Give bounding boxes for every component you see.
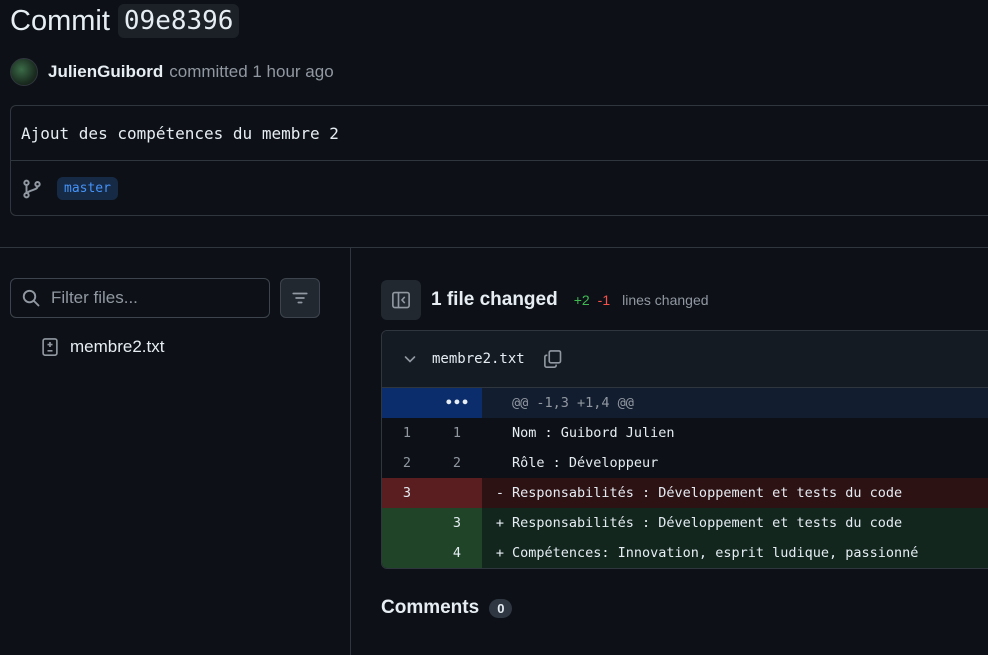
diff-row-added: 4 + Compétences: Innovation, esprit ludi…: [382, 538, 988, 568]
new-line-number[interactable]: 2: [432, 448, 482, 478]
avatar[interactable]: [10, 58, 38, 86]
git-branch-icon: [23, 179, 41, 198]
author-link[interactable]: JulienGuibord: [48, 62, 163, 82]
new-line-number[interactable]: 1: [432, 418, 482, 448]
comments-section: Comments 0: [381, 597, 513, 619]
sidebar-collapse-icon: [392, 291, 410, 309]
sidebar-divider: [350, 248, 351, 655]
section-divider: [0, 247, 988, 248]
diff-row: 2 2 Rôle : Développeur: [382, 448, 988, 478]
commit-time: committed 1 hour ago: [169, 62, 334, 81]
search-icon: [22, 289, 40, 307]
diff-row-deleted: 3 - Responsabilités : Développement et t…: [382, 478, 988, 508]
diff-row-added: 3 + Responsabilités : Développement et t…: [382, 508, 988, 538]
page-title: Commit 09e8396: [10, 4, 240, 38]
file-diff-header: membre2.txt: [382, 331, 988, 388]
hunk-header-row: ••• @@ -1,3 +1,4 @@: [382, 388, 988, 418]
filter-files-input[interactable]: [49, 287, 253, 309]
commit-author-line: JulienGuibord committed 1 hour ago: [10, 58, 334, 86]
diff-code: Responsabilités : Développement et tests…: [512, 515, 903, 531]
page-title-text: Commit: [10, 4, 110, 37]
old-line-number[interactable]: 3: [382, 478, 432, 508]
file-tree-item[interactable]: membre2.txt: [40, 337, 164, 357]
filter-icon: [292, 292, 308, 304]
hunk-gutter: [382, 388, 432, 418]
diff-code: Responsabilités : Développement et tests…: [512, 485, 903, 501]
copy-icon: [543, 350, 562, 368]
diff-code: Compétences: Innovation, esprit ludique,…: [512, 545, 919, 561]
diff-sign: +: [495, 545, 504, 561]
expand-button[interactable]: •••: [432, 388, 482, 418]
diff-summary: 1 file changed +2 -1 lines changed: [431, 289, 709, 311]
toggle-file-tree-button[interactable]: [381, 280, 421, 320]
old-line-number[interactable]: 1: [382, 418, 432, 448]
diff-sign: -: [495, 485, 504, 501]
additions-count: +2: [573, 292, 590, 308]
branch-row: master: [11, 161, 988, 200]
diff-code: Rôle : Développeur: [512, 455, 659, 471]
diff-sign: +: [495, 515, 504, 531]
new-line-number[interactable]: [432, 478, 482, 508]
commit-sha[interactable]: 09e8396: [117, 4, 240, 38]
comments-count-badge: 0: [489, 598, 513, 618]
old-line-number[interactable]: [382, 508, 432, 538]
diff-row: 1 1 Nom : Guibord Julien: [382, 418, 988, 448]
comments-heading: Comments: [381, 597, 480, 618]
diff-code: Nom : Guibord Julien: [512, 425, 675, 441]
old-line-number[interactable]: [382, 538, 432, 568]
filter-options-button[interactable]: [280, 278, 320, 318]
files-changed-count: 1 file changed: [431, 289, 558, 310]
diff-filename[interactable]: membre2.txt: [432, 351, 525, 367]
old-line-number[interactable]: 2: [382, 448, 432, 478]
new-line-number[interactable]: 4: [432, 538, 482, 568]
hunk-header: @@ -1,3 +1,4 @@: [512, 395, 634, 411]
commit-message-box: Ajout des compétences du membre 2 master: [10, 105, 988, 216]
branch-label[interactable]: master: [57, 177, 118, 200]
filter-files-field[interactable]: [10, 278, 270, 318]
file-diff: membre2.txt ••• @@ -1,3 +1,4 @@ 1 1 Nom …: [381, 330, 988, 569]
commit-message: Ajout des compétences du membre 2: [11, 106, 988, 161]
lines-changed-label: lines changed: [622, 292, 709, 308]
copy-path-button[interactable]: [543, 349, 563, 369]
file-diff-icon: [42, 338, 58, 356]
deletions-count: -1: [597, 292, 611, 308]
chevron-down-icon[interactable]: [402, 351, 418, 367]
new-line-number[interactable]: 3: [432, 508, 482, 538]
file-tree-item-label: membre2.txt: [70, 337, 165, 356]
